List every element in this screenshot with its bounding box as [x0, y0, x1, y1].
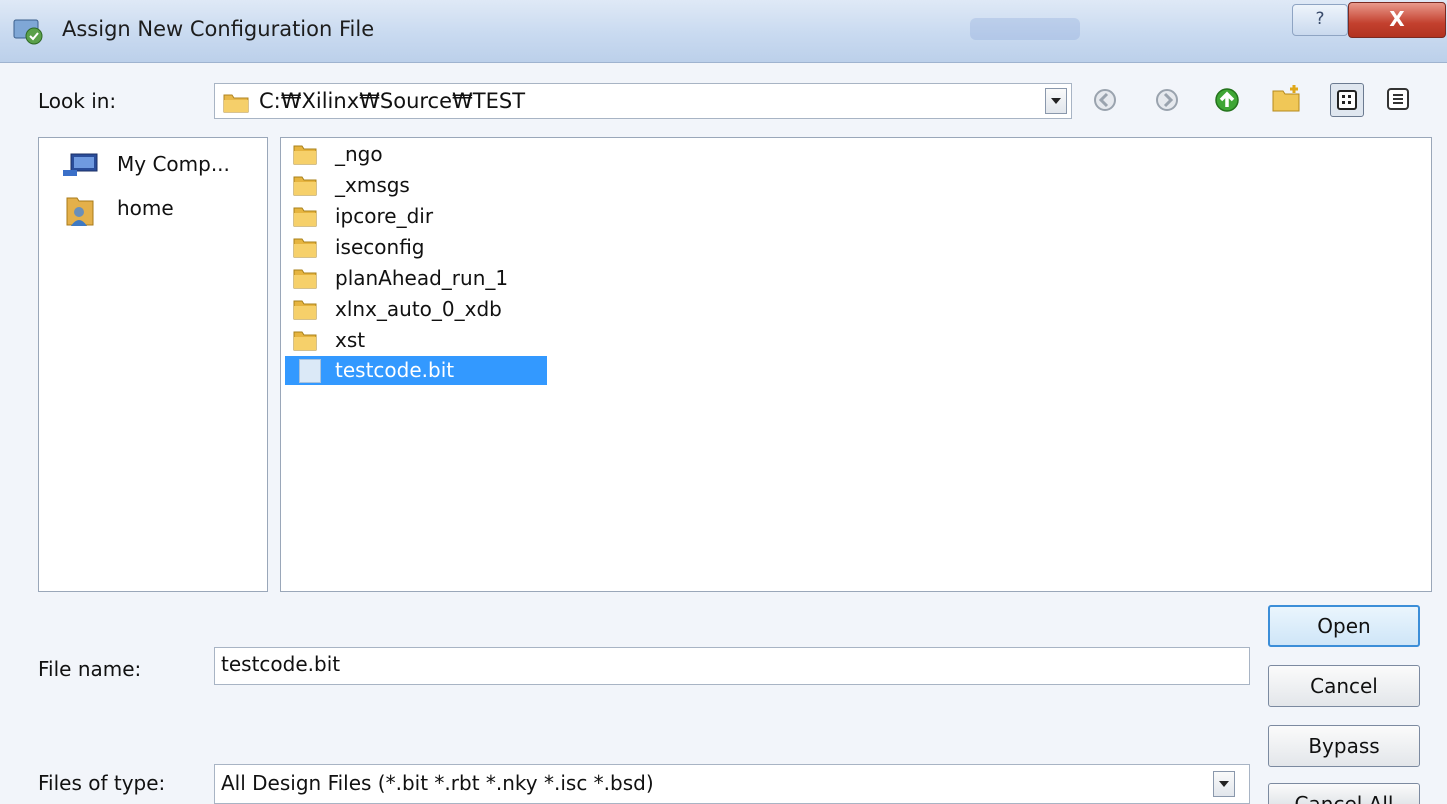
- open-button[interactable]: Open: [1268, 605, 1420, 647]
- file-name: iseconfig: [335, 235, 425, 259]
- app-icon: [12, 16, 46, 46]
- list-item-folder[interactable]: ipcore_dir: [285, 202, 547, 231]
- bypass-button[interactable]: Bypass: [1268, 725, 1420, 767]
- up-folder-icon[interactable]: [1212, 85, 1242, 115]
- file-type-combo[interactable]: All Design Files (*.bit *.rbt *.nky *.is…: [214, 764, 1250, 804]
- list-view-icon[interactable]: [1330, 83, 1364, 117]
- list-item-folder[interactable]: xlnx_auto_0_xdb: [285, 295, 547, 324]
- folder-icon: [293, 176, 317, 196]
- file-name: planAhead_run_1: [335, 266, 509, 290]
- look-in-dropdown-arrow[interactable]: [1045, 88, 1067, 114]
- title-bar: Assign New Configuration File ? X: [0, 0, 1447, 63]
- list-item-folder[interactable]: _ngo: [285, 140, 547, 169]
- folder-icon: [293, 145, 317, 165]
- file-list: _ngo _xmsgs ipcore_dir iseconfig planAhe…: [280, 137, 1432, 592]
- cancel-all-button[interactable]: Cancel All: [1268, 783, 1420, 804]
- sidebar-item-home[interactable]: home: [53, 190, 267, 226]
- file-name: xst: [335, 328, 366, 352]
- user-folder-icon: [66, 197, 94, 226]
- help-button[interactable]: ?: [1292, 4, 1348, 36]
- folder-icon: [223, 94, 249, 113]
- file-type-dropdown-arrow[interactable]: [1213, 771, 1235, 797]
- dialog-body: Look in: C:₩Xilinx₩Source₩TEST My Comp..…: [0, 63, 1447, 804]
- window-title: Assign New Configuration File: [62, 17, 375, 41]
- file-name-label: File name:: [38, 657, 142, 681]
- list-item-folder[interactable]: planAhead_run_1: [285, 264, 547, 293]
- forward-icon[interactable]: [1152, 85, 1182, 115]
- sidebar-item-label: home: [117, 196, 174, 220]
- look-in-label: Look in:: [38, 89, 117, 113]
- folder-icon: [293, 269, 317, 289]
- folder-icon: [293, 300, 317, 320]
- file-name: _xmsgs: [335, 173, 410, 197]
- close-button[interactable]: X: [1348, 2, 1446, 38]
- places-sidebar: My Comp... home: [38, 137, 268, 592]
- file-name-value: testcode.bit: [221, 652, 341, 676]
- detail-view-icon[interactable]: [1382, 83, 1416, 117]
- sidebar-item-label: My Comp...: [117, 152, 230, 176]
- file-icon: [299, 359, 321, 383]
- folder-icon: [293, 207, 317, 227]
- back-icon[interactable]: [1090, 85, 1120, 115]
- sidebar-item-my-computer[interactable]: My Comp...: [53, 146, 267, 180]
- new-folder-icon[interactable]: [1270, 83, 1300, 113]
- file-name: xlnx_auto_0_xdb: [335, 297, 502, 321]
- file-name-input[interactable]: testcode.bit: [214, 647, 1250, 685]
- file-name: _ngo: [335, 142, 383, 166]
- file-type-label: Files of type:: [38, 771, 166, 795]
- look-in-path: C:₩Xilinx₩Source₩TEST: [259, 89, 526, 113]
- list-item-folder[interactable]: _xmsgs: [285, 171, 547, 200]
- list-item-folder[interactable]: iseconfig: [285, 233, 547, 262]
- look-in-combo[interactable]: C:₩Xilinx₩Source₩TEST: [214, 83, 1072, 119]
- file-type-value: All Design Files (*.bit *.rbt *.nky *.is…: [221, 771, 654, 795]
- folder-icon: [293, 238, 317, 258]
- list-item-file-selected[interactable]: testcode.bit: [285, 356, 547, 385]
- list-item-folder[interactable]: xst: [285, 326, 547, 355]
- computer-icon: [63, 153, 98, 176]
- file-name: testcode.bit: [335, 358, 455, 382]
- cancel-button[interactable]: Cancel: [1268, 665, 1420, 707]
- folder-icon: [293, 331, 317, 351]
- file-name: ipcore_dir: [335, 204, 434, 228]
